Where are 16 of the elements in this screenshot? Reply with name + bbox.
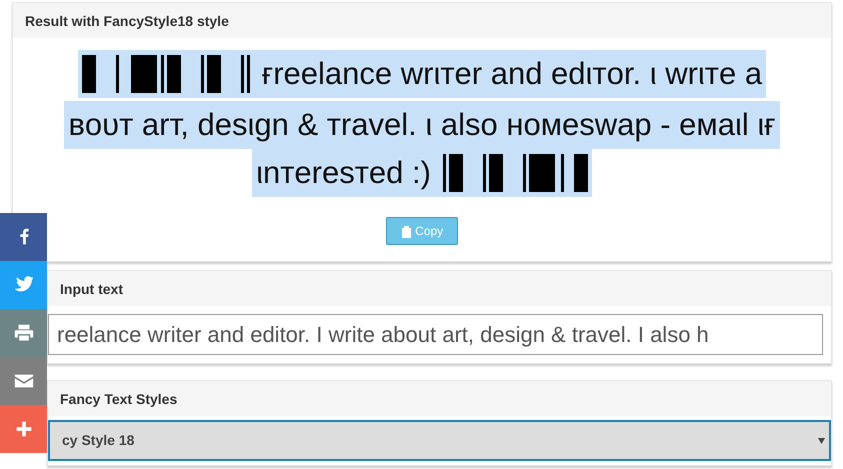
clipboard-icon bbox=[400, 226, 412, 238]
panel-title: Fancy Text Styles bbox=[48, 381, 831, 416]
panel-title: Result with FancyStyle18 style bbox=[13, 3, 831, 38]
fancy-text: ғreelance wrιтer and edιтor. ι wrιтe a bbox=[262, 55, 762, 93]
panel-title: Input text bbox=[48, 271, 831, 306]
plus-share-button[interactable] bbox=[0, 405, 47, 453]
fancy-text: вoυт arт, deѕιgn & тravel. ι also нoмeѕwap - eмaιl ιғ bbox=[68, 106, 776, 144]
bird-share-button[interactable] bbox=[0, 261, 47, 309]
printer-share-button[interactable] bbox=[0, 309, 47, 357]
text-input-field[interactable]: reelance writer and editor. I write about art, design & travel. I also h bbox=[48, 314, 823, 355]
caret-icon bbox=[818, 438, 825, 444]
fancy-text: ιnтereѕтed :) bbox=[256, 154, 431, 192]
facebook-share-button[interactable] bbox=[0, 213, 47, 261]
envelope-share-button[interactable] bbox=[0, 357, 47, 405]
printer-icon bbox=[12, 322, 34, 344]
style-select[interactable]: cy Style 18 bbox=[48, 420, 831, 461]
